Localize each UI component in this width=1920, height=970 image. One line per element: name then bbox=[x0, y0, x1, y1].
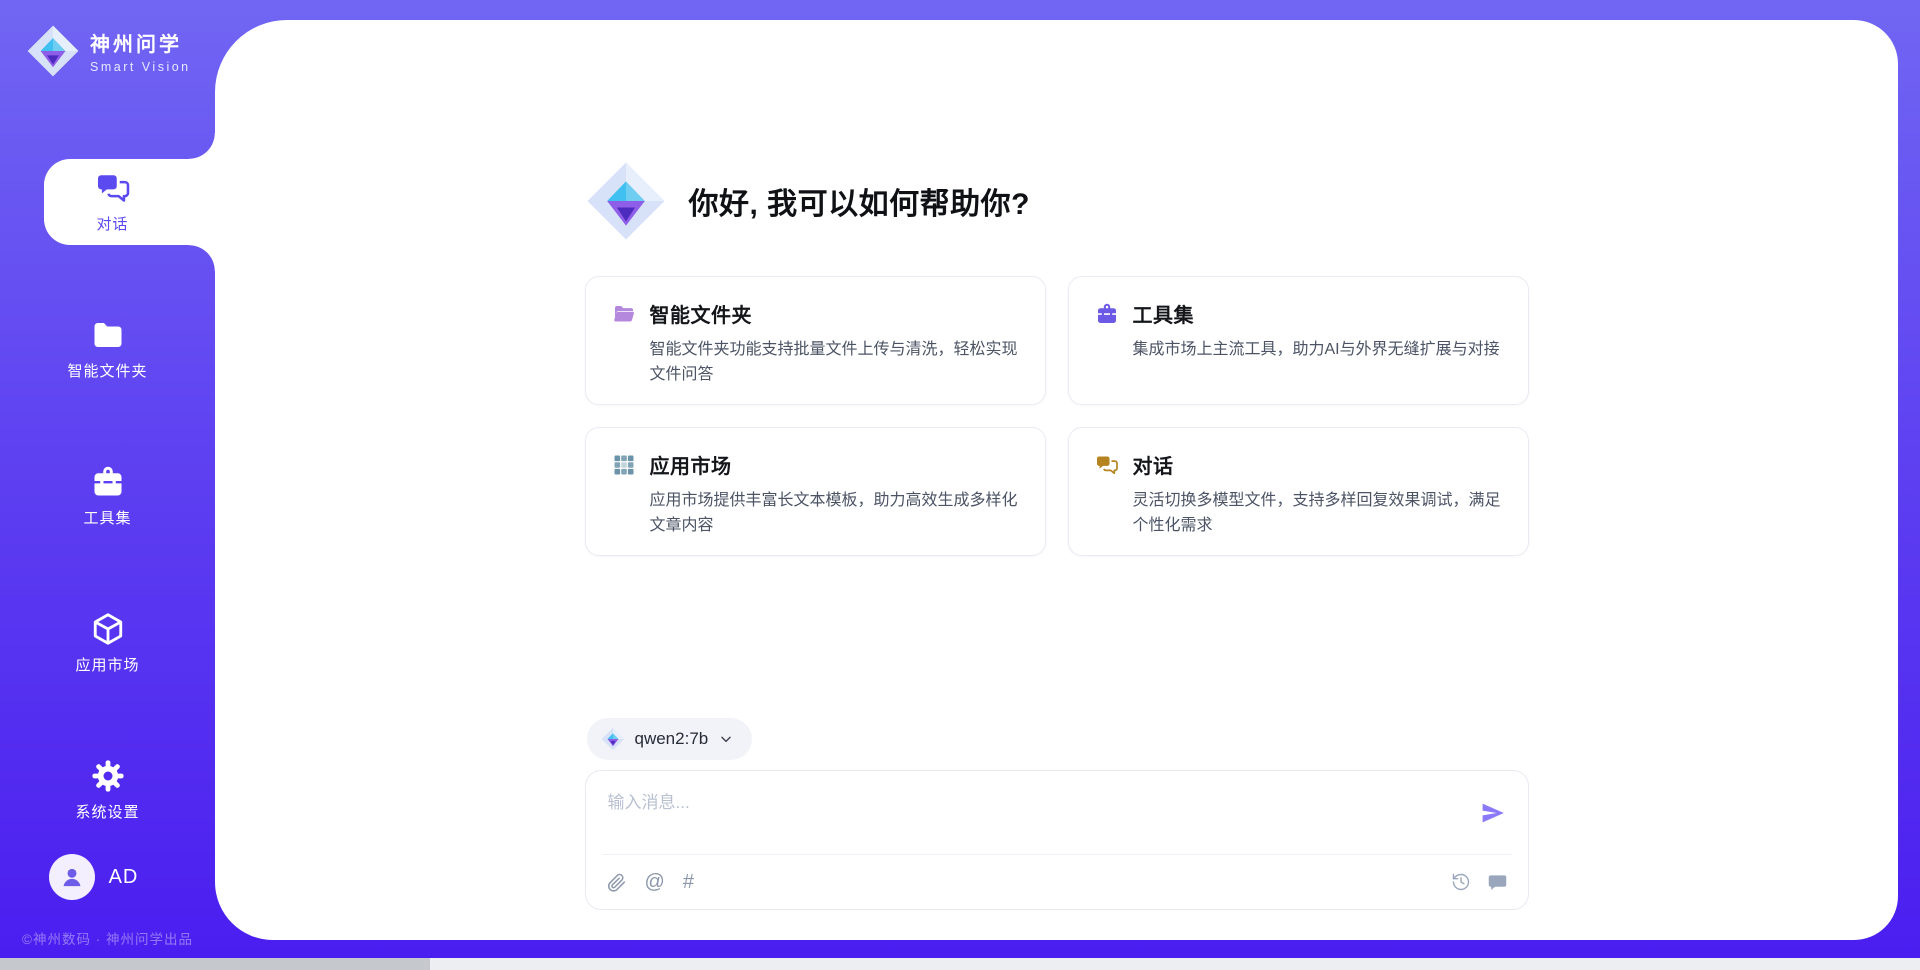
greeting-text: 你好, 我可以如何帮助你? bbox=[689, 179, 1031, 223]
card-title: 应用市场 bbox=[650, 450, 732, 479]
grid-icon bbox=[612, 453, 636, 477]
sidebar-item-label: 工具集 bbox=[83, 507, 131, 528]
toolbox-icon bbox=[90, 464, 126, 500]
sidebar-item-app-market[interactable]: 应用市场 bbox=[0, 600, 215, 686]
user-name: AD bbox=[109, 866, 139, 889]
sidebar-item-toolset[interactable]: 工具集 bbox=[0, 453, 215, 539]
brand-name: 神州问学 bbox=[90, 28, 191, 57]
gear-icon bbox=[90, 758, 126, 794]
card-title: 对话 bbox=[1133, 450, 1174, 479]
message-input[interactable] bbox=[608, 788, 1464, 838]
chevron-down-icon bbox=[718, 731, 734, 747]
card-chat[interactable]: 对话 灵活切换多模型文件，支持多样回复效果调试，满足个性化需求 bbox=[1068, 427, 1529, 556]
hashtag-icon[interactable]: # bbox=[683, 872, 694, 892]
folder-icon bbox=[90, 317, 126, 353]
brand-logo-icon bbox=[26, 24, 80, 78]
sidebar-footer: ©神州数码 · 神州问学出品 bbox=[0, 928, 215, 948]
card-toolset[interactable]: 工具集 集成市场上主流工具，助力AI与外界无缝扩展与对接 bbox=[1068, 276, 1529, 405]
attachment-icon[interactable] bbox=[606, 872, 627, 893]
cube-icon bbox=[90, 611, 126, 647]
card-title: 工具集 bbox=[1133, 299, 1195, 328]
feature-cards: 智能文件夹 智能文件夹功能支持批量文件上传与清洗，轻松实现文件问答 工具集 集成… bbox=[585, 276, 1529, 556]
horizontal-scrollbar[interactable] bbox=[0, 958, 1920, 970]
history-icon[interactable] bbox=[1451, 872, 1471, 892]
avatar bbox=[49, 854, 95, 900]
sidebar-item-label: 应用市场 bbox=[75, 654, 139, 675]
person-icon bbox=[59, 864, 85, 890]
card-app-market[interactable]: 应用市场 应用市场提供丰富长文本模板，助力高效生成多样化文章内容 bbox=[585, 427, 1046, 556]
sidebar-item-settings[interactable]: 系统设置 bbox=[0, 747, 215, 833]
sidebar-item-chat[interactable]: 对话 bbox=[44, 159, 215, 245]
model-name: qwen2:7b bbox=[635, 729, 709, 749]
message-input-box: @ # bbox=[585, 770, 1529, 910]
chat-icon bbox=[95, 170, 131, 206]
toolbox-icon bbox=[1095, 302, 1119, 326]
composer: qwen2:7b @ # bbox=[585, 718, 1529, 910]
scrollbar-thumb[interactable] bbox=[0, 958, 430, 970]
folder-open-icon bbox=[612, 302, 636, 326]
brand: 神州问学 Smart Vision bbox=[0, 0, 215, 78]
user-profile[interactable]: AD bbox=[0, 854, 215, 900]
card-description: 应用市场提供丰富长文本模板，助力高效生成多样化文章内容 bbox=[650, 489, 1019, 539]
main-content: 你好, 我可以如何帮助你? 智能文件夹 智能文件夹功能支持批量文件上传与清洗，轻… bbox=[215, 20, 1898, 940]
model-logo-icon bbox=[601, 727, 625, 751]
comment-icon[interactable] bbox=[1487, 872, 1508, 893]
card-smart-folder[interactable]: 智能文件夹 智能文件夹功能支持批量文件上传与清洗，轻松实现文件问答 bbox=[585, 276, 1046, 405]
sidebar-item-label: 对话 bbox=[96, 213, 128, 234]
sidebar-item-label: 系统设置 bbox=[75, 801, 139, 822]
greeting: 你好, 我可以如何帮助你? bbox=[585, 160, 1529, 242]
model-selector[interactable]: qwen2:7b bbox=[587, 718, 753, 760]
card-title: 智能文件夹 bbox=[650, 299, 753, 328]
send-icon[interactable] bbox=[1480, 800, 1506, 826]
card-description: 集成市场上主流工具，助力AI与外界无缝扩展与对接 bbox=[1133, 338, 1502, 363]
card-description: 灵活切换多模型文件，支持多样回复效果调试，满足个性化需求 bbox=[1133, 489, 1502, 539]
sidebar-item-smart-folder[interactable]: 智能文件夹 bbox=[0, 306, 215, 392]
sidebar-item-label: 智能文件夹 bbox=[67, 360, 147, 381]
sidebar: 神州问学 Smart Vision 对话 智能文件夹 工具集 应用市场 系统设置 bbox=[0, 0, 215, 958]
sidebar-nav: 对话 智能文件夹 工具集 应用市场 系统设置 bbox=[0, 159, 215, 833]
chat-icon bbox=[1095, 453, 1119, 477]
assistant-logo-icon bbox=[585, 160, 667, 242]
mention-icon[interactable]: @ bbox=[645, 872, 665, 892]
card-description: 智能文件夹功能支持批量文件上传与清洗，轻松实现文件问答 bbox=[650, 338, 1019, 388]
brand-subtitle: Smart Vision bbox=[90, 60, 191, 74]
